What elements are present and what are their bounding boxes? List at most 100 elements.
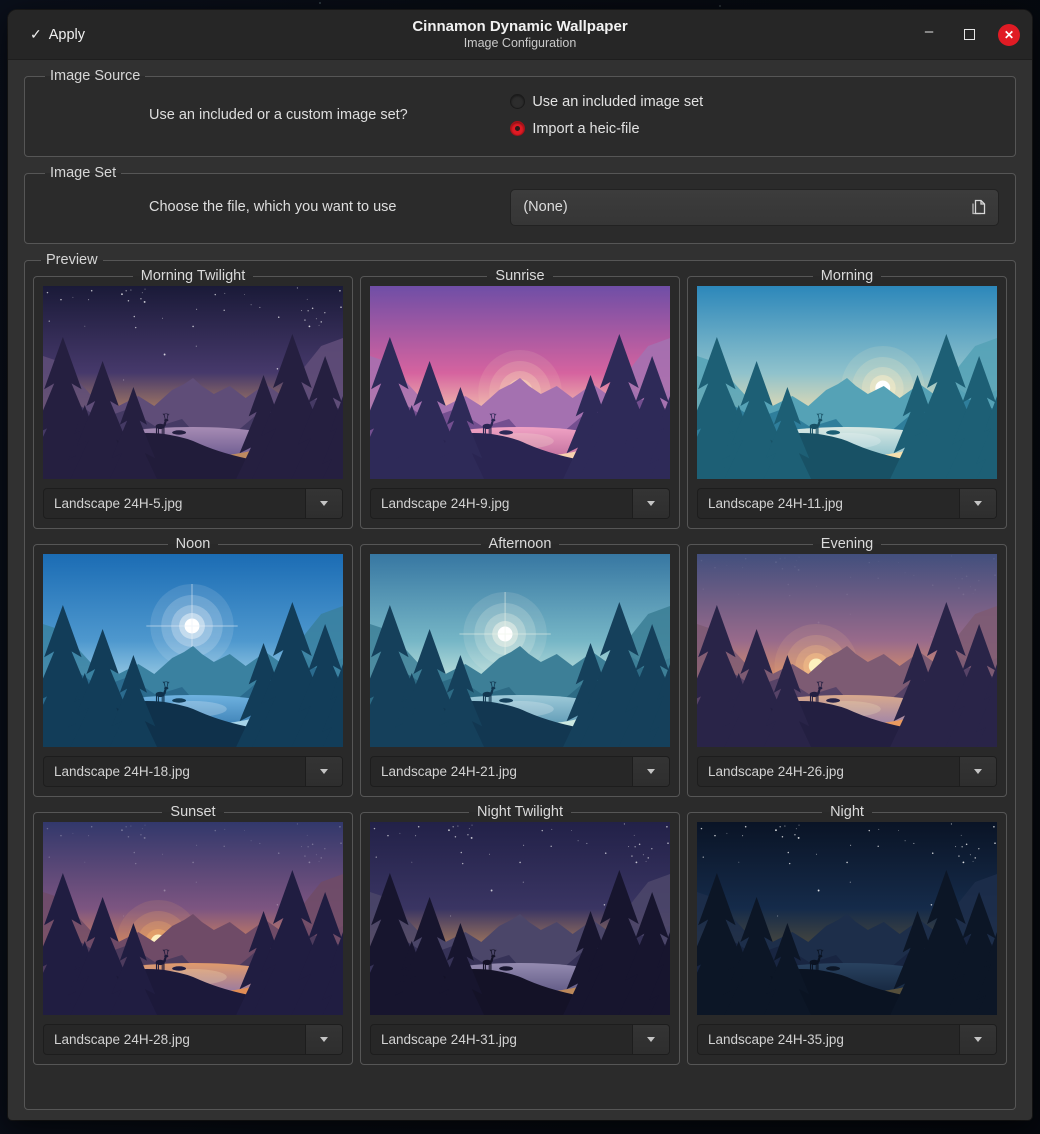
combobox-dropdown-button[interactable] — [632, 757, 669, 786]
preview-card: Evening Landscape 24H-26.jpg — [687, 536, 1007, 797]
combobox-dropdown-button[interactable] — [632, 489, 669, 518]
preview-legend: Preview — [41, 252, 103, 268]
image-source-legend: Image Source — [45, 68, 145, 84]
titlebar[interactable]: ✓ Apply Cinnamon Dynamic Wallpaper Image… — [8, 10, 1032, 60]
window-title-block: Cinnamon Dynamic Wallpaper Image Configu… — [412, 17, 627, 51]
wallpaper-thumbnail — [43, 286, 343, 479]
chevron-down-icon — [974, 501, 982, 506]
preview-card: Sunrise Landscape 24H-9.jpg — [360, 268, 680, 529]
radio-group: Use an included image set Import a heic-… — [510, 88, 1003, 143]
image-set-legend: Image Set — [45, 165, 121, 181]
wallpaper-thumbnail — [370, 554, 670, 747]
preview-card: Sunset Landscape 24H-28.jpg — [33, 804, 353, 1065]
preview-card-title: Evening — [813, 536, 881, 552]
image-combobox[interactable]: Landscape 24H-35.jpg — [697, 1024, 997, 1055]
combobox-dropdown-button[interactable] — [305, 489, 342, 518]
window-controls: – ✕ — [918, 24, 1020, 46]
radio-option[interactable]: Import a heic-file — [510, 121, 1003, 137]
apply-button[interactable]: ✓ Apply — [20, 20, 95, 49]
file-chooser-button[interactable]: (None) — [510, 189, 999, 226]
image-combobox-value: Landscape 24H-35.jpg — [698, 1025, 959, 1054]
preview-card: Morning Twilight Landscape 24H-5.jpg — [33, 268, 353, 529]
preview-card-title: Morning Twilight — [133, 268, 254, 284]
image-set-label: Choose the file, which you want to use — [37, 199, 510, 215]
image-combobox-value: Landscape 24H-26.jpg — [698, 757, 959, 786]
image-source-section: Image Source Use an included or a custom… — [24, 68, 1016, 157]
minimize-button[interactable]: – — [918, 24, 940, 46]
image-source-question: Use an included or a custom image set? — [37, 107, 510, 123]
preview-card: Noon Landscape 24H-18.jpg — [33, 536, 353, 797]
combobox-dropdown-button[interactable] — [959, 1025, 996, 1054]
preview-card-title: Afternoon — [481, 536, 560, 552]
image-source-row: Use an included or a custom image set? U… — [37, 86, 1003, 144]
combobox-dropdown-button[interactable] — [305, 757, 342, 786]
chevron-down-icon — [647, 1037, 655, 1042]
file-chooser-value: (None) — [523, 199, 971, 215]
combobox-dropdown-button[interactable] — [305, 1025, 342, 1054]
preview-card-title: Sunrise — [487, 268, 552, 284]
combobox-dropdown-button[interactable] — [959, 757, 996, 786]
preview-card: Afternoon Landscape 24H-21.jpg — [360, 536, 680, 797]
image-combobox-value: Landscape 24H-21.jpg — [371, 757, 632, 786]
image-set-section: Image Set Choose the file, which you wan… — [24, 165, 1016, 244]
image-combobox-value: Landscape 24H-28.jpg — [44, 1025, 305, 1054]
radio-icon — [510, 121, 525, 136]
maximize-icon — [964, 29, 975, 40]
radio-option-label: Use an included image set — [532, 94, 703, 110]
image-combobox[interactable]: Landscape 24H-26.jpg — [697, 756, 997, 787]
maximize-button[interactable] — [958, 24, 980, 46]
wallpaper-thumbnail — [370, 822, 670, 1015]
preview-card: Morning Landscape 24H-11.jpg — [687, 268, 1007, 529]
chevron-down-icon — [320, 1037, 328, 1042]
wallpaper-thumbnail — [370, 286, 670, 479]
combobox-dropdown-button[interactable] — [632, 1025, 669, 1054]
wallpaper-thumbnail — [697, 286, 997, 479]
preview-card-title: Morning — [813, 268, 881, 284]
preview-card-title: Night — [822, 804, 872, 820]
image-combobox-value: Landscape 24H-18.jpg — [44, 757, 305, 786]
file-icon — [971, 199, 986, 215]
check-icon: ✓ — [30, 26, 42, 43]
minimize-icon: – — [925, 27, 933, 37]
wallpaper-thumbnail — [697, 554, 997, 747]
radio-icon — [510, 94, 525, 109]
image-combobox-value: Landscape 24H-31.jpg — [371, 1025, 632, 1054]
chevron-down-icon — [320, 769, 328, 774]
image-combobox-value: Landscape 24H-11.jpg — [698, 489, 959, 518]
preview-card-title: Night Twilight — [469, 804, 571, 820]
image-combobox[interactable]: Landscape 24H-28.jpg — [43, 1024, 343, 1055]
image-combobox[interactable]: Landscape 24H-21.jpg — [370, 756, 670, 787]
apply-button-label: Apply — [49, 27, 85, 43]
close-button[interactable]: ✕ — [998, 24, 1020, 46]
image-combobox[interactable]: Landscape 24H-5.jpg — [43, 488, 343, 519]
preview-grid: Morning Twilight Landscape 24H-5.jpg Sun… — [33, 268, 1007, 1065]
image-combobox[interactable]: Landscape 24H-11.jpg — [697, 488, 997, 519]
close-icon: ✕ — [1004, 28, 1014, 42]
wallpaper-thumbnail — [43, 554, 343, 747]
image-combobox[interactable]: Landscape 24H-31.jpg — [370, 1024, 670, 1055]
chevron-down-icon — [647, 769, 655, 774]
image-combobox-value: Landscape 24H-5.jpg — [44, 489, 305, 518]
image-combobox-value: Landscape 24H-9.jpg — [371, 489, 632, 518]
preview-section: Preview Morning Twilight Landscape 24H-5… — [24, 252, 1016, 1110]
window-subtitle: Image Configuration — [412, 36, 627, 52]
content-area: Image Source Use an included or a custom… — [8, 60, 1032, 1120]
image-combobox[interactable]: Landscape 24H-18.jpg — [43, 756, 343, 787]
preview-card: Night Landscape 24H-35.jpg — [687, 804, 1007, 1065]
wallpaper-thumbnail — [697, 822, 997, 1015]
app-window: ✓ Apply Cinnamon Dynamic Wallpaper Image… — [8, 10, 1032, 1120]
image-set-row: Choose the file, which you want to use (… — [37, 183, 1003, 231]
preview-card-title: Sunset — [162, 804, 223, 820]
chevron-down-icon — [974, 769, 982, 774]
wallpaper-thumbnail — [43, 822, 343, 1015]
image-combobox[interactable]: Landscape 24H-9.jpg — [370, 488, 670, 519]
combobox-dropdown-button[interactable] — [959, 489, 996, 518]
preview-card: Night Twilight Landscape 24H-31.jpg — [360, 804, 680, 1065]
chevron-down-icon — [647, 501, 655, 506]
radio-option[interactable]: Use an included image set — [510, 94, 1003, 110]
radio-option-label: Import a heic-file — [532, 121, 639, 137]
window-title: Cinnamon Dynamic Wallpaper — [412, 17, 627, 36]
chevron-down-icon — [974, 1037, 982, 1042]
preview-card-title: Noon — [168, 536, 219, 552]
chevron-down-icon — [320, 501, 328, 506]
